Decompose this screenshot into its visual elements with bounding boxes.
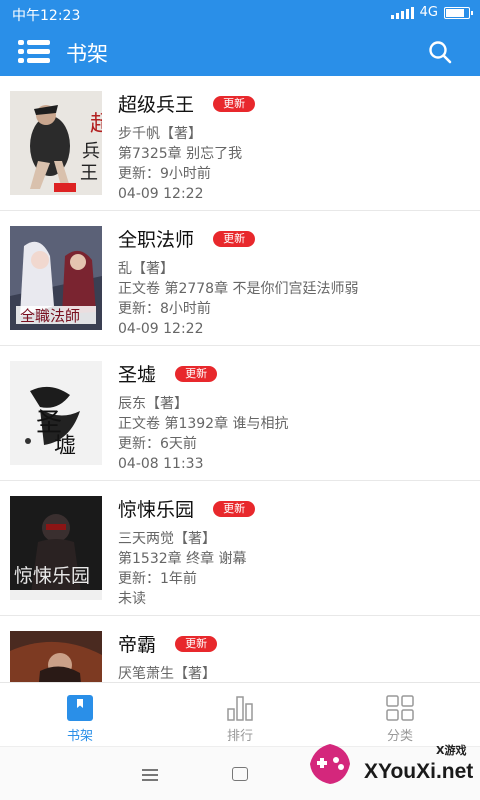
update-badge: 更新: [213, 500, 256, 517]
book-date: 04-09 12:22: [118, 186, 204, 202]
book-item[interactable]: 超 兵 王 超级兵王 更新 步千帆【著】 第7325章 别忘了我 更新：9小时前…: [0, 76, 480, 211]
svg-text:全職法師: 全職法師: [20, 307, 80, 325]
book-author: 乱【著】: [118, 261, 174, 277]
svg-text:惊悚乐园: 惊悚乐园: [14, 565, 90, 587]
book-update-time: 更新：1年前: [118, 571, 197, 587]
book-date: 04-09 12:22: [118, 321, 204, 337]
book-cover: 圣 墟: [10, 361, 102, 465]
book-update-time: 更新：8小时前: [118, 301, 211, 317]
tab-ranking[interactable]: 排行: [160, 683, 320, 747]
book-cover: [10, 631, 102, 682]
svg-text:兵: 兵: [82, 141, 100, 162]
book-update-time: 更新：6天前: [118, 436, 197, 452]
tab-bookshelf[interactable]: 书架: [0, 683, 160, 747]
book-cover: 惊悚乐园: [10, 496, 102, 600]
book-date: 未读: [118, 591, 146, 607]
svg-text:墟: 墟: [54, 434, 76, 459]
book-author: 辰东【著】: [118, 396, 188, 412]
tab-label: 书架: [66, 729, 93, 744]
watermark: X游戏 XYouXi.net: [306, 712, 480, 800]
book-item[interactable]: 帝霸 更新 厌笔萧生【著】: [0, 616, 480, 682]
status-bar: 中午12:23 4G: [0, 0, 480, 28]
tab-label: 排行: [226, 729, 253, 744]
page-title: 书架: [66, 42, 108, 66]
bookmark-icon: [67, 695, 93, 721]
svg-text:王: 王: [80, 163, 98, 184]
update-badge: 更新: [175, 365, 218, 382]
watermark-text: XYouXi.net: [364, 760, 474, 783]
nav-menu-icon[interactable]: [142, 769, 158, 781]
book-item[interactable]: 全職法師 全职法师 更新 乱【著】 正文卷 第2778章 不是你们宫廷法师弱 更…: [0, 211, 480, 346]
watermark-small-text: X游戏: [436, 744, 467, 757]
book-latest-chapter: 正文卷 第2778章 不是你们宫廷法师弱: [118, 281, 359, 297]
battery-icon: [444, 6, 473, 19]
status-time: 中午12:23: [12, 8, 81, 24]
app-bar: 书架: [0, 28, 480, 76]
search-icon[interactable]: [428, 40, 452, 64]
update-badge: 更新: [213, 230, 256, 247]
book-title: 全职法师: [118, 229, 195, 251]
network-type: 4G: [419, 5, 438, 20]
book-author: 步千帆【著】: [118, 126, 202, 142]
book-cover: 全職法師: [10, 226, 102, 330]
svg-text:超: 超: [90, 112, 102, 137]
book-latest-chapter: 第7325章 别忘了我: [118, 146, 243, 162]
book-latest-chapter: 正文卷 第1392章 谁与相抗: [118, 416, 289, 432]
status-icons: 4G: [390, 5, 473, 20]
book-author: 三天两觉【著】: [118, 531, 216, 547]
nav-home-icon[interactable]: [232, 767, 248, 781]
book-latest-chapter: 第1532章 终章 谢幕: [118, 551, 247, 567]
book-author: 厌笔萧生【著】: [118, 666, 216, 682]
book-update-time: 更新：9小时前: [118, 166, 211, 182]
bar-chart-icon: [227, 696, 253, 721]
update-badge: 更新: [175, 635, 218, 652]
book-title: 超级兵王: [118, 94, 195, 116]
book-title: 惊悚乐园: [118, 499, 195, 521]
bookshelf-list: 超 兵 王 超级兵王 更新 步千帆【著】 第7325章 别忘了我 更新：9小时前…: [0, 76, 480, 682]
book-item[interactable]: 惊悚乐园 惊悚乐园 更新 三天两觉【著】 第1532章 终章 谢幕 更新：1年前…: [0, 481, 480, 616]
signal-icon: [390, 6, 414, 19]
update-badge: 更新: [213, 95, 256, 112]
book-item[interactable]: 圣 墟 圣墟 更新 辰东【著】 正文卷 第1392章 谁与相抗 更新：6天前 0…: [0, 346, 480, 481]
book-title: 帝霸: [118, 634, 157, 656]
book-cover: 超 兵 王: [10, 91, 102, 195]
watermark-logo-icon: [310, 744, 350, 784]
book-date: 04-08 11:33: [118, 456, 204, 472]
book-title: 圣墟: [118, 364, 157, 386]
menu-icon[interactable]: [18, 40, 50, 64]
